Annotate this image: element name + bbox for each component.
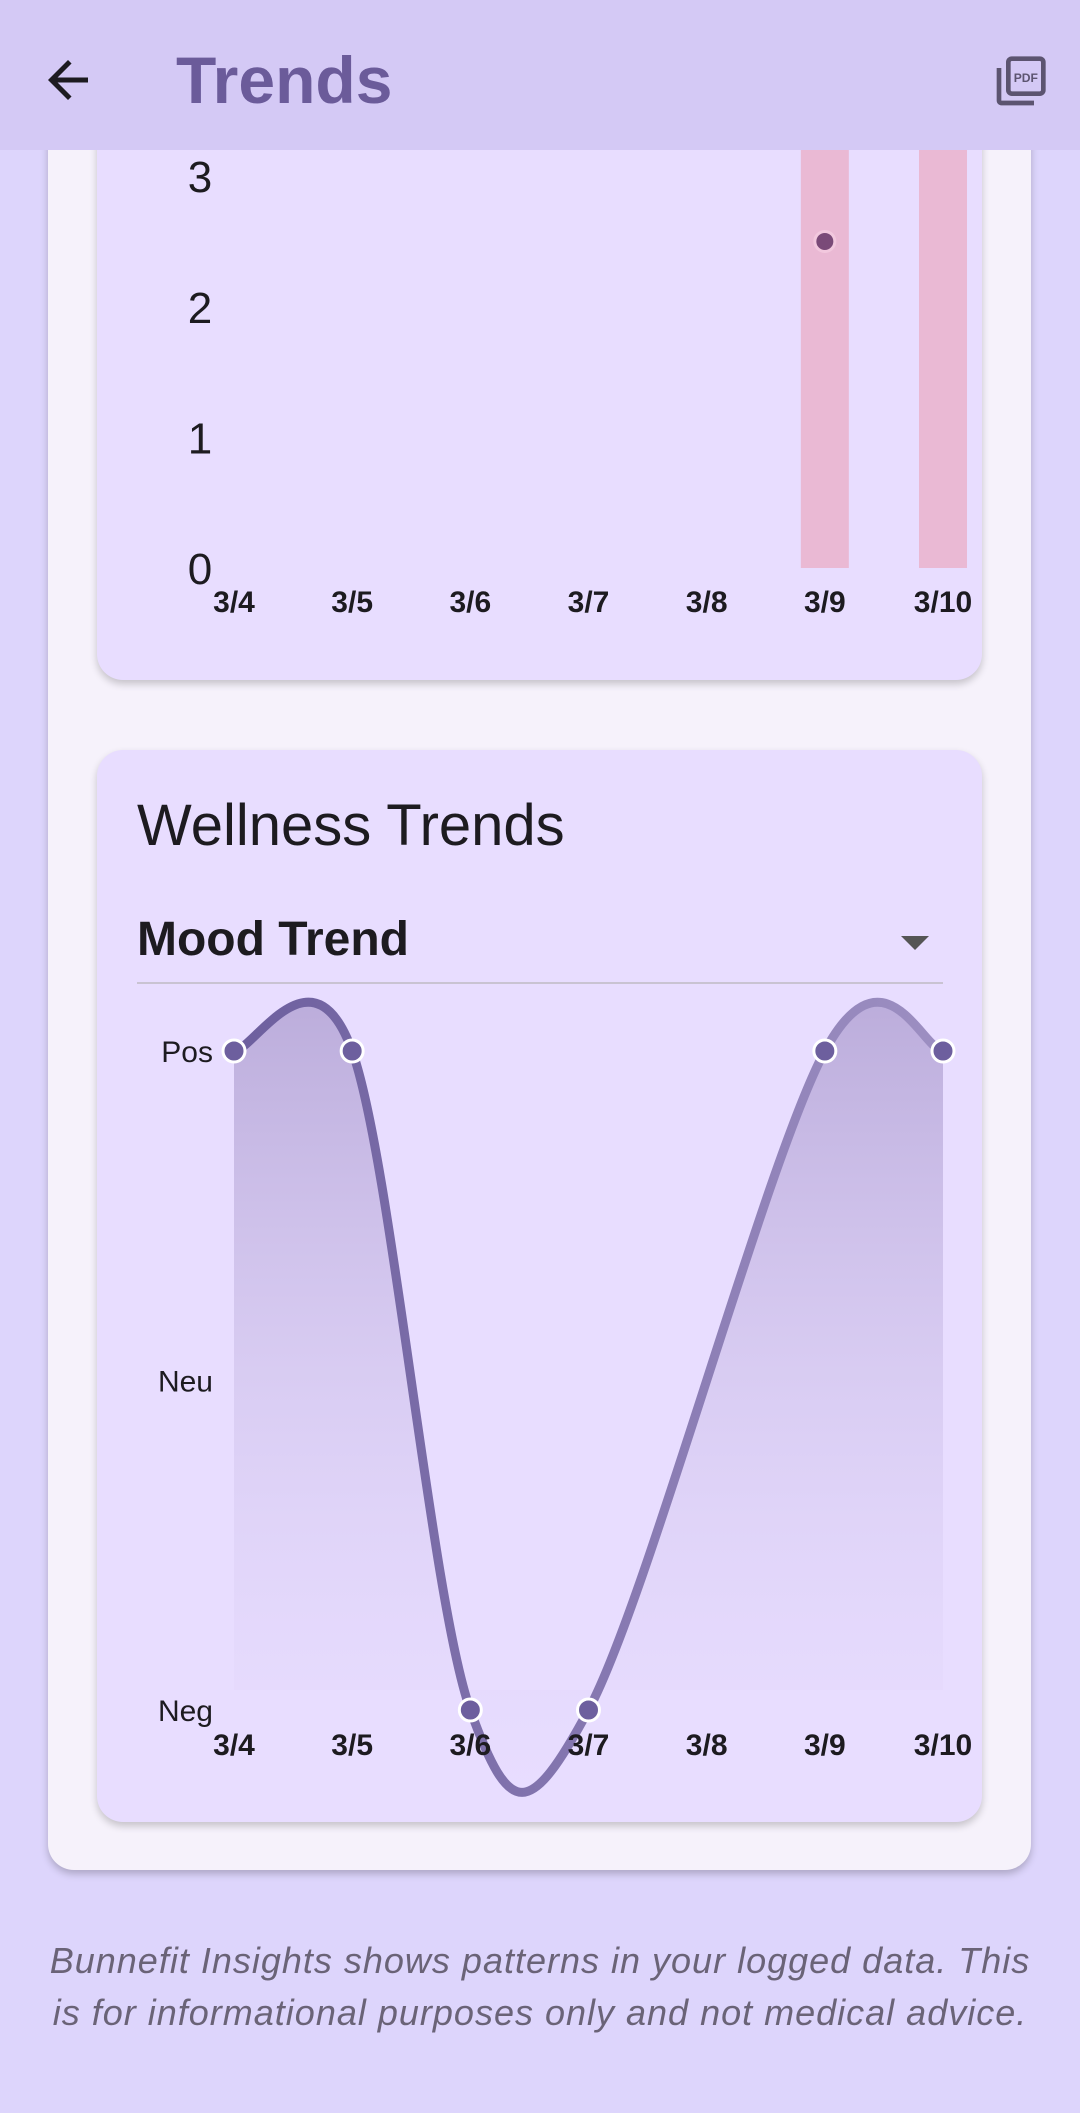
- x-tick-label: 3/9: [804, 1729, 846, 1762]
- y-tick-label: Neg: [158, 1695, 213, 1728]
- page-title: Trends: [176, 43, 393, 117]
- app-bar: Trends PDF: [0, 0, 1080, 150]
- x-tick-label: 3/4: [213, 1729, 255, 1762]
- x-tick-label: 3/5: [331, 1729, 373, 1762]
- data-point: [930, 1038, 956, 1064]
- disclaimer-text: Bunnefit Insights shows patterns in your…: [49, 1940, 1031, 2033]
- data-point: [221, 1038, 247, 1064]
- pdf-icon-label: PDF: [1014, 71, 1038, 85]
- data-point: [576, 1697, 601, 1723]
- x-tick-label: 3/10: [914, 1729, 972, 1762]
- mood-area: [234, 1002, 943, 1793]
- data-point: [457, 1697, 483, 1723]
- data-point: [812, 1038, 838, 1064]
- picture-as-pdf-icon[interactable]: PDF: [992, 54, 1048, 110]
- x-tick-label: 3/6: [449, 1729, 491, 1762]
- mood-trend-chart: Pos Neu Neg3/4 3/5 3/6 3/7 3/8 3/9 3/10: [158, 997, 972, 1797]
- y-tick-label: Pos: [161, 1036, 213, 1069]
- arrow-left-icon[interactable]: [38, 50, 98, 110]
- y-tick-label: Neu: [158, 1366, 213, 1399]
- x-tick-label: 3/8: [686, 1729, 728, 1762]
- data-point: [339, 1038, 365, 1064]
- x-tick-label: 3/7: [568, 1729, 610, 1762]
